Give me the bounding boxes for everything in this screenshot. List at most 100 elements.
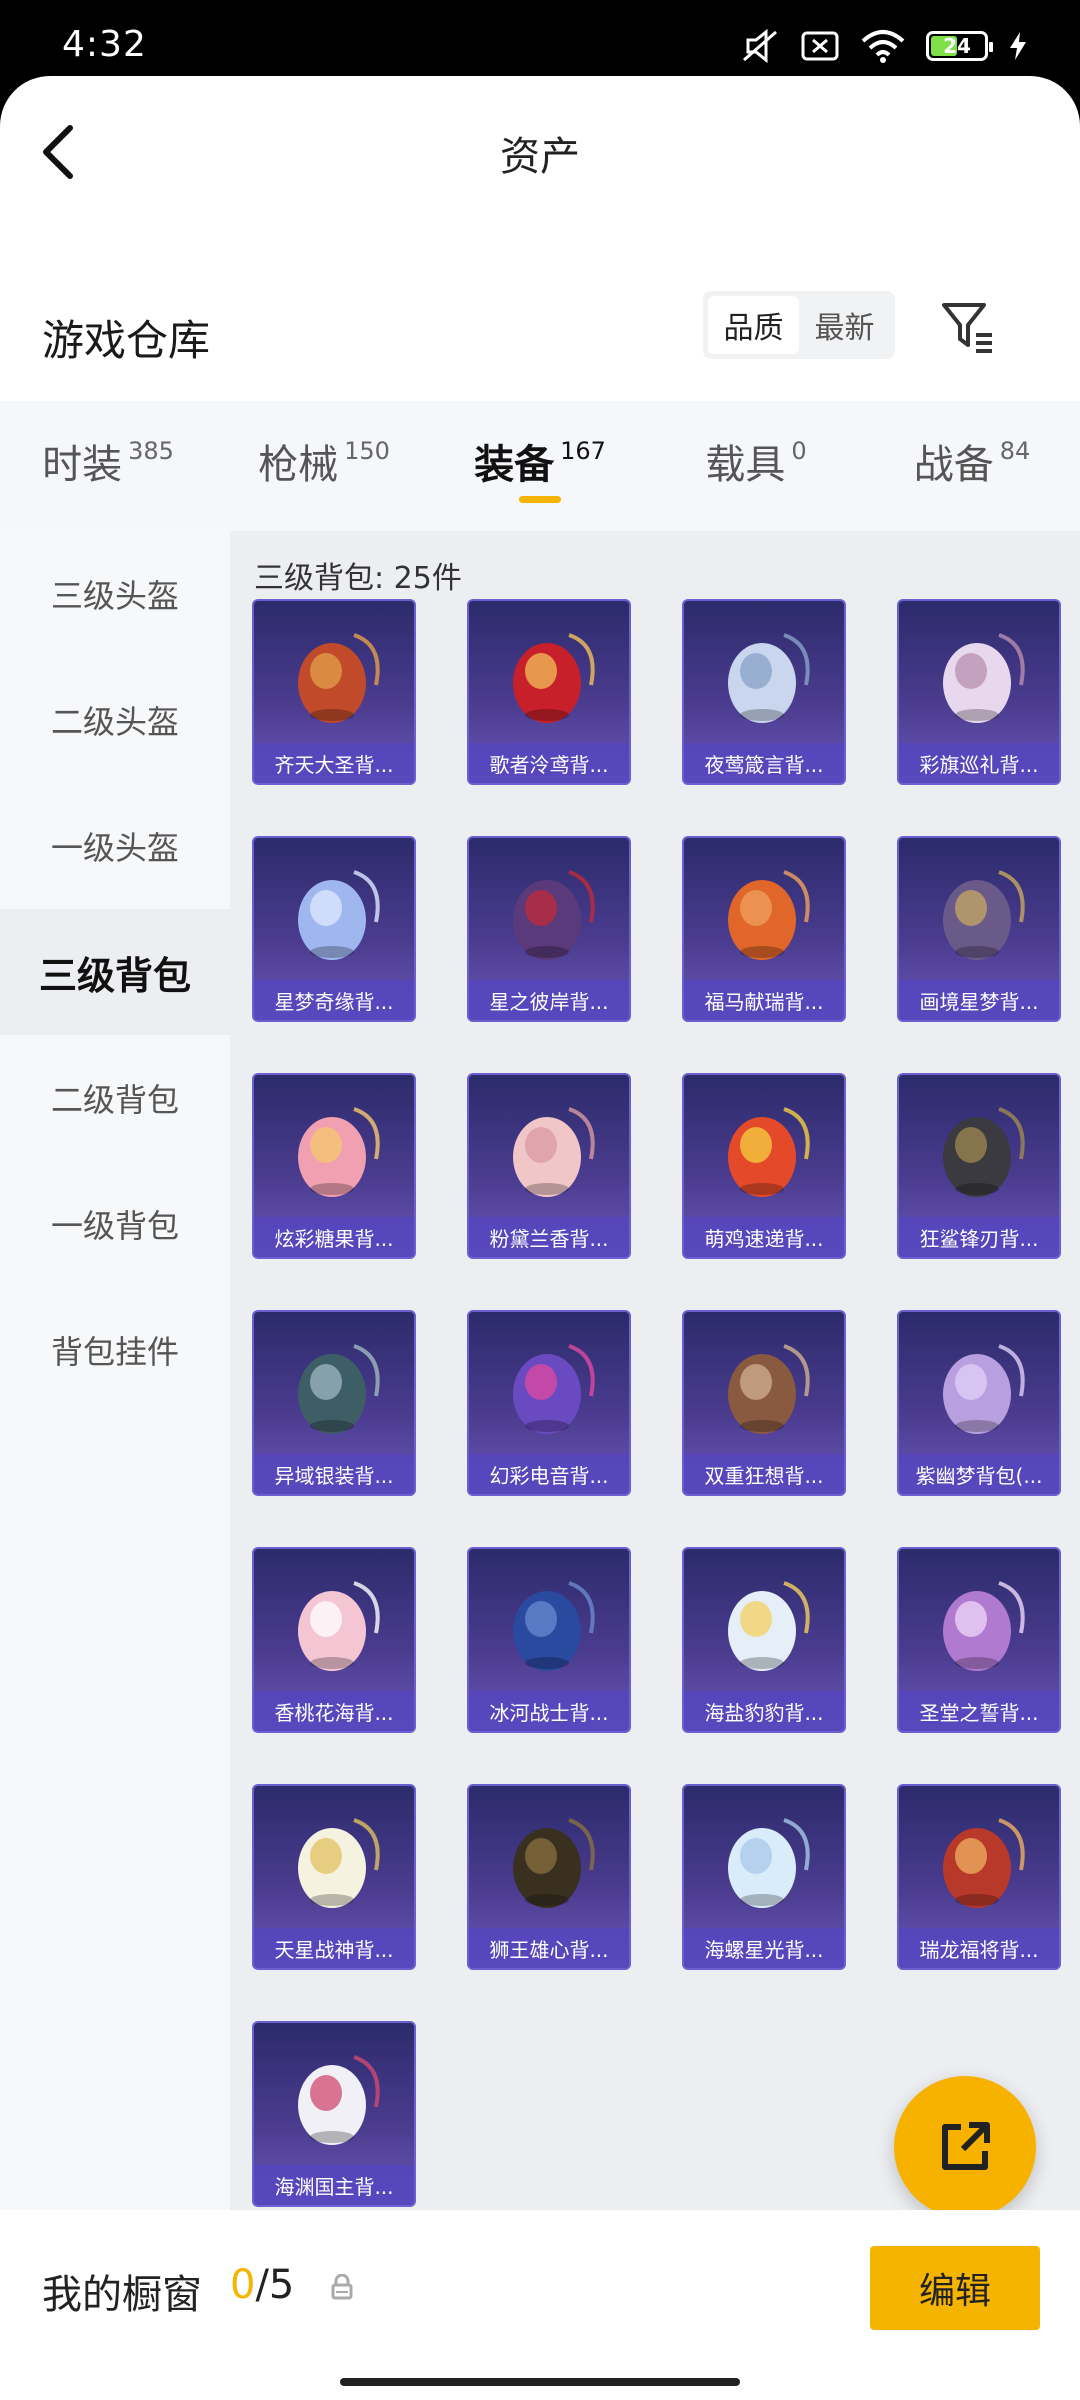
tab-firearms[interactable]: 枪械 150	[216, 401, 432, 531]
item-name: 冰河战士背...	[469, 1691, 629, 1731]
item-name: 萌鸡速递背...	[684, 1217, 844, 1257]
tab-count: 385	[128, 437, 174, 465]
flag-parade-backpack-icon	[929, 615, 1033, 735]
fantasy-pony-backpack-icon	[714, 1326, 818, 1446]
item-name: 圣堂之誓背...	[899, 1691, 1059, 1731]
item-card[interactable]: 香桃花海背...	[252, 1547, 416, 1733]
item-name: 彩旗巡礼背...	[899, 743, 1059, 783]
item-card[interactable]: 海螺星光背...	[682, 1784, 846, 1970]
warehouse-header: 游戏仓库 品质 最新	[0, 291, 1080, 381]
sidebar-item-backpack-pendant[interactable]: 背包挂件	[0, 1287, 230, 1413]
tab-vehicles[interactable]: 载具 0	[648, 401, 864, 531]
item-card[interactable]: 天星战神背...	[252, 1784, 416, 1970]
nightingale-backpack-icon	[714, 615, 818, 735]
electro-backpack-icon	[499, 1326, 603, 1446]
charging-icon	[1010, 32, 1026, 60]
tab-count: 150	[344, 437, 390, 465]
pink-orchid-backpack-icon	[499, 1089, 603, 1209]
tab-fashion[interactable]: 时装 385	[0, 401, 216, 531]
showcase-count: 0/5	[230, 2262, 294, 2308]
filter-icon	[942, 303, 992, 353]
glacier-backpack-icon	[499, 1563, 603, 1683]
item-name: 瑞龙福将背...	[899, 1928, 1059, 1968]
item-name: 星梦奇缘背...	[254, 980, 414, 1020]
no-sim-icon	[801, 31, 839, 61]
item-card[interactable]: 齐天大圣背...	[252, 599, 416, 785]
item-card[interactable]: 炫彩糖果背...	[252, 1073, 416, 1259]
item-card[interactable]: 夜莺箴言背...	[682, 599, 846, 785]
tab-count: 84	[999, 437, 1031, 465]
item-card[interactable]: 紫幽梦背包(...	[897, 1310, 1061, 1496]
sort-by-quality-button[interactable]: 品质	[708, 296, 799, 354]
tab-label: 时装	[42, 442, 123, 488]
item-card[interactable]: 星梦奇缘背...	[252, 836, 416, 1022]
showcase-current: 0	[230, 2262, 256, 2308]
lucky-horse-backpack-icon	[714, 852, 818, 972]
shark-backpack-icon	[929, 1089, 1033, 1209]
item-card[interactable]: 粉黛兰香背...	[467, 1073, 631, 1259]
abyss-lord-backpack-icon	[284, 2037, 388, 2157]
item-card[interactable]: 海渊国主背...	[252, 2021, 416, 2207]
showcase-total: /5	[255, 2262, 295, 2308]
item-name: 双重狂想背...	[684, 1454, 844, 1494]
item-card[interactable]: 冰河战士背...	[467, 1547, 631, 1733]
item-card[interactable]: 画境星梦背...	[897, 836, 1061, 1022]
wifi-icon	[861, 30, 905, 63]
item-name: 歌者泠鸢背...	[469, 743, 629, 783]
edit-button[interactable]: 编辑	[870, 2246, 1040, 2330]
tab-count: 0	[791, 437, 807, 465]
item-name: 粉黛兰香背...	[469, 1217, 629, 1257]
tab-supplies[interactable]: 战备 84	[864, 401, 1080, 531]
sidebar-item-level2-backpack[interactable]: 二级背包	[0, 1035, 230, 1161]
sidebar-item-level3-backpack[interactable]: 三级背包	[0, 909, 230, 1035]
item-name: 紫幽梦背包(...	[899, 1454, 1059, 1494]
item-card[interactable]: 彩旗巡礼背...	[897, 599, 1061, 785]
item-card[interactable]: 狮王雄心背...	[467, 1784, 631, 1970]
item-card[interactable]: 海盐豹豹背...	[682, 1547, 846, 1733]
item-card[interactable]: 狂鲨锋刃背...	[897, 1073, 1061, 1259]
item-name: 画境星梦背...	[899, 980, 1059, 1020]
sacred-oath-backpack-icon	[929, 1563, 1033, 1683]
item-name: 福马献瑞背...	[684, 980, 844, 1020]
item-name: 炫彩糖果背...	[254, 1217, 414, 1257]
item-name: 夜莺箴言背...	[684, 743, 844, 783]
sidebar-item-level1-helmet[interactable]: 一级头盔	[0, 783, 230, 909]
external-link-icon	[942, 2122, 990, 2170]
item-card[interactable]: 萌鸡速递背...	[682, 1073, 846, 1259]
dragon-backpack-icon	[929, 1800, 1033, 1920]
top-bar: 资产	[0, 76, 1080, 226]
item-card[interactable]: 瑞龙福将背...	[897, 1784, 1061, 1970]
purple-dream-backpack-icon	[929, 1326, 1033, 1446]
tab-label: 战备	[913, 442, 994, 488]
sea-salt-leopard-backpack-icon	[714, 1563, 818, 1683]
sidebar-item-level3-helmet[interactable]: 三级头盔	[0, 531, 230, 657]
sort-by-newest-button[interactable]: 最新	[799, 296, 890, 354]
share-fab-button[interactable]	[894, 2076, 1036, 2218]
sidebar-item-level1-backpack[interactable]: 一级背包	[0, 1161, 230, 1287]
lock-icon	[331, 2274, 353, 2300]
swan-backpack-icon	[284, 852, 388, 972]
item-card[interactable]: 圣堂之誓背...	[897, 1547, 1061, 1733]
item-card[interactable]: 星之彼岸背...	[467, 836, 631, 1022]
item-card[interactable]: 双重狂想背...	[682, 1310, 846, 1496]
sidebar-item-level2-helmet[interactable]: 二级头盔	[0, 657, 230, 783]
item-card[interactable]: 歌者泠鸢背...	[467, 599, 631, 785]
warehouse-title: 游戏仓库	[42, 316, 211, 365]
item-content-area: 三级背包: 25件 齐天大圣背... 歌者泠鸢背... 夜莺箴言背... 彩旗巡礼背.…	[230, 531, 1080, 2281]
item-card[interactable]: 福马献瑞背...	[682, 836, 846, 1022]
item-card[interactable]: 异域银装背...	[252, 1310, 416, 1496]
star-shore-backpack-icon	[499, 852, 603, 972]
tab-equipment[interactable]: 装备 167	[432, 401, 648, 531]
asset-sheet: 资产 游戏仓库 品质 最新 时装 385 枪械 150 装备 167 载具 0	[0, 76, 1080, 2400]
filter-button[interactable]	[938, 297, 998, 357]
item-name: 幻彩电音背...	[469, 1454, 629, 1494]
showcase-label: 我的橱窗	[42, 2272, 202, 2318]
battery-icon: 24	[926, 31, 993, 61]
item-name: 香桃花海背...	[254, 1691, 414, 1731]
tab-label: 装备	[474, 442, 555, 488]
monkey-king-backpack-icon	[284, 615, 388, 735]
subcategory-sidebar: 三级头盔 二级头盔 一级头盔 三级背包 二级背包 一级背包 背包挂件	[0, 531, 230, 2281]
home-indicator	[340, 2378, 740, 2386]
item-card[interactable]: 幻彩电音背...	[467, 1310, 631, 1496]
item-name: 海螺星光背...	[684, 1928, 844, 1968]
